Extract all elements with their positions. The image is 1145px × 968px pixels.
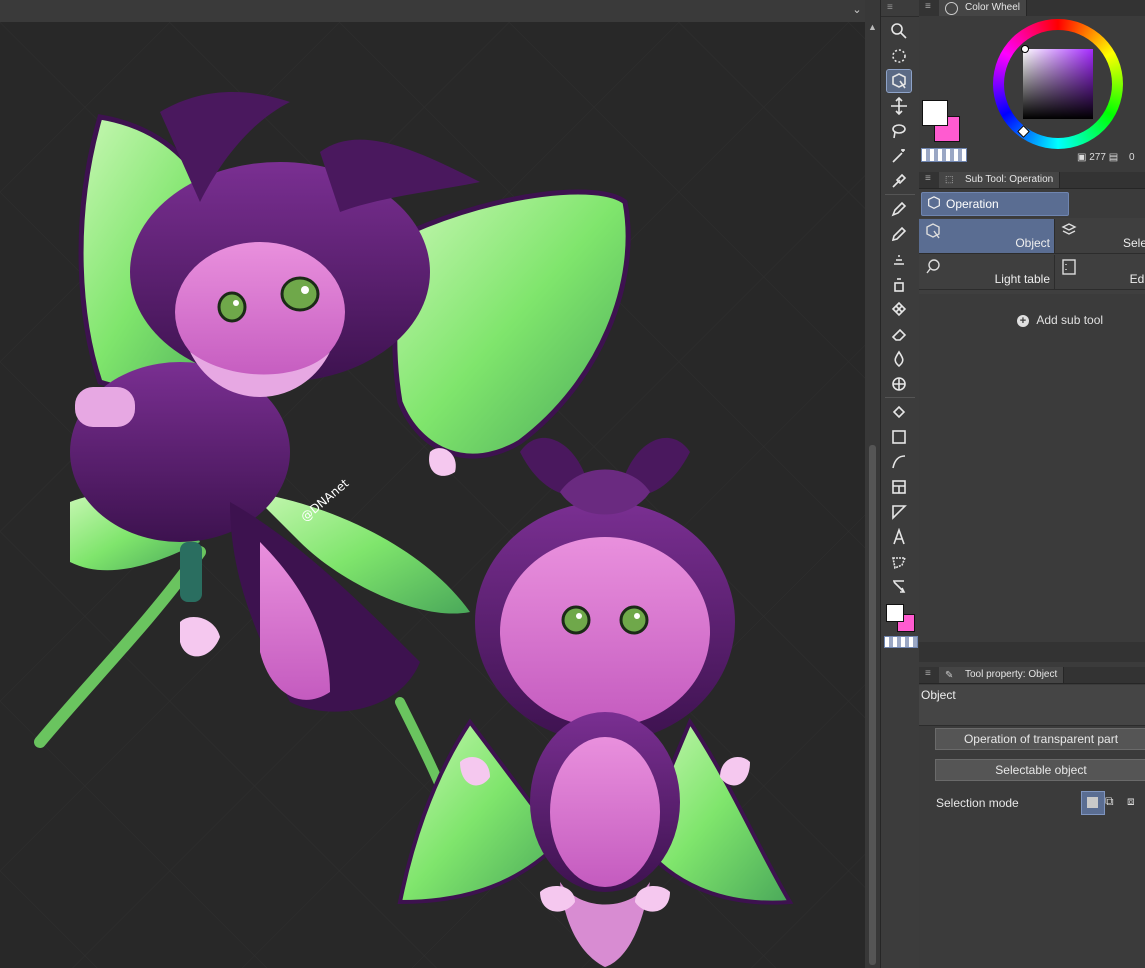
- correct-line-tool-icon[interactable]: [887, 576, 911, 598]
- color-wheel-panel-header: ≡ Color Wheel: [919, 0, 1145, 17]
- subtool-title: Sub Tool: Operation: [965, 174, 1054, 185]
- subtool-item-label: Light table: [994, 272, 1050, 286]
- frame-tool-icon[interactable]: [887, 476, 911, 498]
- pencil-tool-icon[interactable]: [887, 223, 911, 245]
- selection-mode-new-button[interactable]: [1081, 791, 1105, 815]
- subtool-item-label: Sele: [1122, 236, 1145, 250]
- tool-property-tab-icon: ✎: [945, 670, 954, 681]
- eyedropper-tool-icon[interactable]: [887, 170, 911, 192]
- tool-divider: [885, 397, 915, 398]
- decoration-tool-icon[interactable]: [887, 298, 911, 320]
- color-value-right: 0: [1129, 152, 1135, 163]
- scroll-up-arrow-icon[interactable]: ▲: [865, 20, 880, 34]
- lasso-tool-icon[interactable]: [887, 120, 911, 142]
- panel-menu-icon[interactable]: ≡: [925, 173, 931, 184]
- operation-of-transparent-part-button[interactable]: Operation of transparent part: [935, 728, 1145, 750]
- tool-property-name-box: Object: [919, 685, 1145, 726]
- transparent-swatch[interactable]: [921, 148, 967, 162]
- subtool-item-object[interactable]: Object: [919, 219, 1055, 254]
- object-select-icon: [924, 222, 942, 240]
- scrollbar-thumb[interactable]: [869, 445, 876, 965]
- pen-tool-icon[interactable]: [887, 198, 911, 220]
- color-cursor[interactable]: [1021, 45, 1029, 53]
- color-wheel-body: ▣ 277 ▤ 0: [919, 16, 1145, 166]
- balloon-ruler-tool-icon[interactable]: [887, 501, 911, 523]
- rotate-view-tool-icon[interactable]: [887, 45, 911, 67]
- subtool-group-label: Operation: [946, 197, 999, 211]
- subtool-group-operation[interactable]: Operation: [921, 192, 1069, 216]
- panel-menu-icon[interactable]: ≡: [925, 668, 931, 679]
- color-wheel-tab-icon: [945, 2, 958, 15]
- tool-property-title: Tool property: Object: [965, 669, 1058, 680]
- subtool-item-select-layer[interactable]: Sele: [1055, 219, 1145, 254]
- fill-tool-icon[interactable]: [887, 401, 911, 423]
- add-sub-tool-label: Add sub tool: [1036, 313, 1104, 327]
- eraser-tool-icon[interactable]: [887, 323, 911, 345]
- main-color-swatch[interactable]: [922, 100, 948, 126]
- color-wheel-title: Color Wheel: [965, 2, 1021, 13]
- blend-tool-icon[interactable]: [887, 348, 911, 370]
- magic-wand-tool-icon[interactable]: [887, 145, 911, 167]
- subtool-tab[interactable]: ⬚ Sub Tool: Operation: [939, 172, 1061, 188]
- selection-mode-label: Selection mode: [936, 796, 1019, 810]
- tool-palette-header: ≡: [881, 0, 919, 17]
- airbrush-tool-icon[interactable]: [887, 273, 911, 295]
- tool-property-tab[interactable]: ✎ Tool property: Object: [939, 667, 1065, 683]
- light-table-icon: [924, 258, 942, 276]
- panel-divider: [919, 642, 1145, 662]
- drawing-canvas[interactable]: @DNAnet: [0, 22, 865, 968]
- new-selection-icon: [1087, 797, 1098, 808]
- saturation-value-square[interactable]: [1023, 49, 1093, 119]
- main-color-chip[interactable]: [886, 604, 904, 622]
- operation-tool-icon[interactable]: [886, 69, 912, 93]
- menu-icon[interactable]: ≡: [887, 2, 893, 13]
- gradient-tool-icon[interactable]: [887, 426, 911, 448]
- select-layer-icon: [1060, 222, 1078, 240]
- canvas-vertical-scrollbar[interactable]: ▲: [865, 0, 880, 968]
- tool-property-panel-header: ≡ ✎ Tool property: Object: [919, 667, 1145, 684]
- moth-artwork: @DNAnet: [0, 22, 865, 968]
- curve-tool-icon[interactable]: [887, 451, 911, 473]
- edit-timeline-icon: [1060, 258, 1078, 276]
- color-wheel-tab[interactable]: Color Wheel: [939, 0, 1028, 16]
- toolbar-color-chips[interactable]: [883, 602, 918, 650]
- transparent-color-chip[interactable]: [884, 636, 918, 648]
- text-tool-icon[interactable]: [887, 526, 911, 548]
- selection-mode-subtract-icon[interactable]: ⧈: [1127, 794, 1145, 812]
- subtool-item-label: Edi: [1129, 272, 1145, 286]
- brush-tool-icon[interactable]: [887, 248, 911, 270]
- color-value-left: ▣ 277 ▤: [1077, 152, 1119, 163]
- add-sub-tool-button[interactable]: + Add sub tool: [1017, 313, 1103, 327]
- collapse-chevron-icon[interactable]: ⌄: [849, 1, 865, 19]
- subtool-panel-header: ≡ ⬚ Sub Tool: Operation: [919, 172, 1145, 189]
- tool-divider: [885, 194, 915, 195]
- operation-group-icon: [926, 195, 942, 214]
- tool-palette: ≡: [880, 0, 920, 968]
- subtool-grid: Object Sele Light table Edi: [919, 218, 1145, 294]
- tool-property-name: Object: [921, 688, 956, 702]
- selection-mode-add-icon[interactable]: ⧉: [1105, 794, 1123, 812]
- selectable-object-button[interactable]: Selectable object: [935, 759, 1145, 781]
- canvas-tab-strip: ⌄: [0, 0, 865, 23]
- subtool-item-label: Object: [1015, 236, 1050, 250]
- balloon-tool-icon[interactable]: [887, 551, 911, 573]
- panel-menu-icon[interactable]: ≡: [925, 1, 931, 12]
- hue-ring[interactable]: [993, 19, 1123, 149]
- subtool-item-light-table[interactable]: Light table: [919, 255, 1055, 290]
- zoom-tool-icon[interactable]: [887, 20, 911, 42]
- move-layer-tool-icon[interactable]: [887, 95, 911, 117]
- subtool-item-edit[interactable]: Edi: [1055, 255, 1145, 290]
- subtool-tab-icon: ⬚: [945, 174, 954, 184]
- right-panels: ≡ Color Wheel ▣ 277 ▤ 0 ≡ ⬚ Sub Tool: Op…: [919, 0, 1145, 968]
- add-icon: +: [1017, 315, 1029, 327]
- mesh-tool-icon[interactable]: [887, 373, 911, 395]
